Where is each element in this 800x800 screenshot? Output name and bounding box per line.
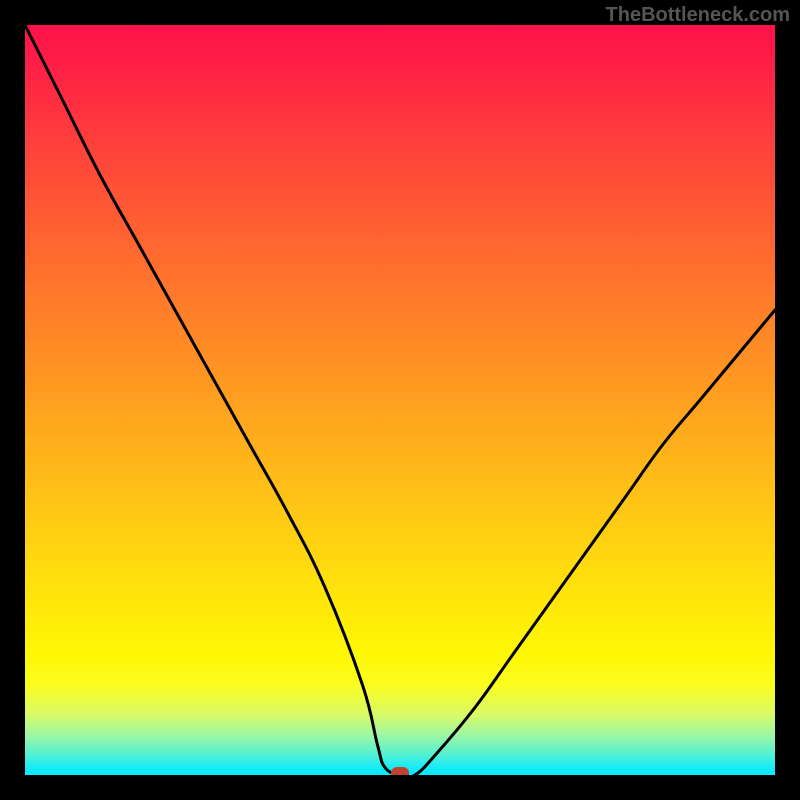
- plot-area: [25, 25, 775, 775]
- bottleneck-curve: [25, 25, 775, 775]
- optimum-marker: [391, 767, 409, 775]
- chart-container: TheBottleneck.com: [0, 0, 800, 800]
- watermark-text: TheBottleneck.com: [606, 4, 790, 27]
